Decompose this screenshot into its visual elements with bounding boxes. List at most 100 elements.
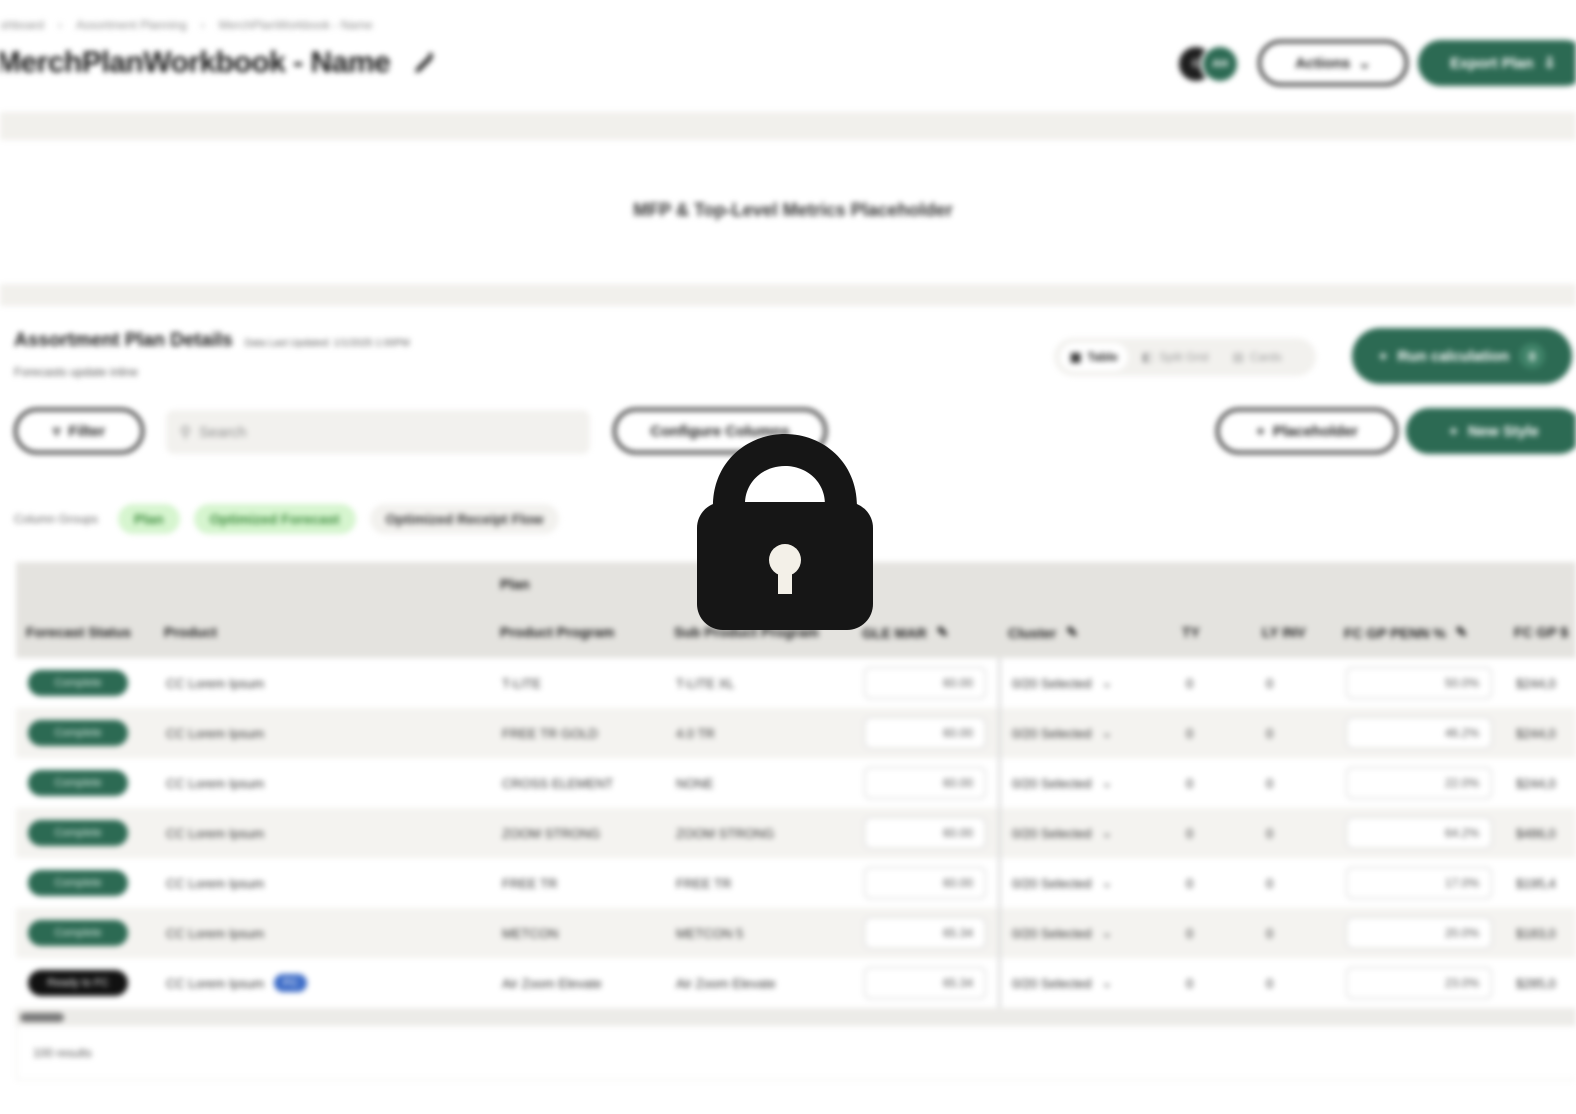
fc-gp-penn-input[interactable]: 22.0% <box>1346 767 1492 799</box>
filter-button[interactable]: ▿ Filter <box>14 408 144 454</box>
column-header[interactable]: Product Program <box>500 624 614 640</box>
chevron-down-icon: ⌄ <box>1101 675 1113 690</box>
fc-gp-penn-input[interactable]: 46.2% <box>1346 717 1492 749</box>
product-name[interactable]: CC Lorem Ipsum <box>166 826 264 841</box>
column-group-chip[interactable]: Optimized Forecast <box>193 504 356 534</box>
ly-inv-value: 0 <box>1266 775 1274 791</box>
sub-product-program: Air Zoom Elevate <box>676 975 776 991</box>
column-group-chip[interactable]: Plan <box>118 504 180 534</box>
pencil-icon: ✎ <box>936 624 949 640</box>
plus-icon: + <box>1256 422 1265 440</box>
filter-icon: ▿ <box>52 423 61 440</box>
gle-mar-input[interactable]: 65.34 <box>864 967 986 999</box>
sub-product-program: FREE TR <box>676 875 732 891</box>
column-group-chip[interactable]: Optimized Receipt Flow <box>369 504 560 534</box>
ty-value: 0 <box>1186 725 1194 741</box>
cluster-value: 0/20 Selected <box>1012 825 1092 841</box>
product-program: CROSS ELEMENT <box>502 775 614 791</box>
column-header[interactable]: Product <box>164 624 217 640</box>
new-style-label: New Style <box>1467 422 1539 440</box>
table-row: Ready to FC CC Lorem Ipsum FC Air Zoom Elev… <box>16 958 1576 1008</box>
placeholder-button[interactable]: + Placeholder <box>1216 408 1398 454</box>
chevron-down-icon: ⌄ <box>1101 725 1113 740</box>
results-count: 100 results <box>16 1026 1576 1080</box>
view-option-split[interactable]: ◧ Split Grid <box>1132 343 1219 371</box>
fc-gp-penn-input[interactable]: 64.2% <box>1346 817 1492 849</box>
avatar[interactable]: AH <box>1200 44 1240 84</box>
breadcrumb-item[interactable]: ashboard <box>0 18 44 32</box>
new-style-button[interactable]: + New Style <box>1406 408 1576 454</box>
product-program: FREE TR <box>502 875 558 891</box>
fc-gp-penn-input[interactable]: 20.0% <box>1346 917 1492 949</box>
cluster-select[interactable]: 0/20 Selected ⌄ <box>1012 908 1112 958</box>
product-program: T-LITE <box>502 675 542 691</box>
product-program: METCON <box>502 925 559 941</box>
fc-gp-value: $244,0 <box>1516 725 1556 741</box>
cluster-select[interactable]: 0/20 Selected ⌄ <box>1012 658 1112 708</box>
cluster-select[interactable]: 0/20 Selected ⌄ <box>1012 808 1112 858</box>
forecast-status-badge: Ready to FC <box>28 970 128 996</box>
breadcrumb-item[interactable]: Assortment Planning <box>76 18 187 32</box>
column-header[interactable]: TY <box>1182 624 1200 640</box>
product-name[interactable]: CC Lorem Ipsum <box>166 976 264 991</box>
sub-product-program: NONE <box>676 775 714 791</box>
gle-mar-input[interactable]: 60.00 <box>864 817 986 849</box>
scroll-thumb[interactable] <box>20 1013 64 1022</box>
gle-mar-input[interactable]: 60.00 <box>864 717 986 749</box>
split-view-icon: ◧ <box>1141 350 1154 364</box>
column-header[interactable]: FC GP $ <box>1514 624 1568 640</box>
forecast-status-badge: Complete <box>28 920 128 946</box>
product-name[interactable]: CC Lorem Ipsum <box>166 676 264 691</box>
view-option-table[interactable]: ▦ Table <box>1060 343 1128 371</box>
search-field: ⚲ <box>166 410 590 454</box>
sub-product-program: T-LITE XL <box>676 675 735 691</box>
fc-gp-penn-input[interactable]: 50.0% <box>1346 667 1492 699</box>
column-header-cluster[interactable]: Cluster ✎ <box>1008 624 1078 641</box>
view-option-cards[interactable]: ▤ Cards <box>1223 343 1292 371</box>
pencil-icon[interactable] <box>412 50 438 76</box>
ly-inv-value: 0 <box>1266 925 1274 941</box>
column-header-fc-gp-penn[interactable]: FC GP PENN % ✎ <box>1344 624 1467 641</box>
forecast-status-badge: Complete <box>28 770 128 796</box>
download-icon: ⇩ <box>1543 55 1556 72</box>
cards-icon: ▤ <box>1232 350 1244 364</box>
gle-mar-input[interactable]: 65.34 <box>864 917 986 949</box>
table-row: Complete CC Lorem Ipsum T-LITE T-LITE XL 60.… <box>16 658 1576 708</box>
last-updated-text: Data Last Updated: 1/1/2025 1:00PM <box>244 338 410 349</box>
cluster-value: 0/20 Selected <box>1012 775 1092 791</box>
fc-gp-penn-input[interactable]: 17.0% <box>1346 867 1492 899</box>
table-row: Complete CC Lorem Ipsum FREE TR GOLD 4.0 TR… <box>16 708 1576 758</box>
column-header[interactable]: LY INV <box>1262 624 1306 640</box>
fc-gp-penn-input[interactable]: 23.0% <box>1346 967 1492 999</box>
gle-mar-input[interactable]: 60.00 <box>864 767 986 799</box>
table-icon: ▦ <box>1070 350 1082 364</box>
product-name[interactable]: CC Lorem Ipsum <box>166 776 264 791</box>
column-group-header: Plan <box>500 576 530 592</box>
actions-button[interactable]: Actions ⌄ <box>1258 40 1408 86</box>
cluster-select[interactable]: 0/20 Selected ⌄ <box>1012 858 1112 908</box>
collaborator-avatars: C AH <box>1176 44 1240 84</box>
ty-value: 0 <box>1186 775 1194 791</box>
column-header-gle[interactable]: GLE MAR ✎ <box>862 624 948 641</box>
pencil-icon: ✎ <box>1455 624 1468 640</box>
cluster-select[interactable]: 0/20 Selected ⌄ <box>1012 758 1112 808</box>
search-input[interactable] <box>199 423 559 441</box>
frozen-column-divider <box>998 658 1001 1008</box>
fc-gp-value: $183,0 <box>1516 925 1556 941</box>
product-name[interactable]: CC Lorem Ipsum <box>166 926 264 941</box>
gle-mar-input[interactable]: 60.00 <box>864 667 986 699</box>
run-calculation-button[interactable]: + Run calculation 0 <box>1352 328 1572 384</box>
horizontal-scrollbar[interactable] <box>16 1008 1576 1026</box>
sub-product-program: 4.0 TR <box>676 725 715 741</box>
column-groups: Column Groups Plan Optimized Forecast Op… <box>14 504 560 534</box>
search-icon: ⚲ <box>180 424 191 441</box>
column-header[interactable]: Forecast Status <box>26 624 131 640</box>
export-plan-button[interactable]: Export Plan ⇩ <box>1418 40 1576 86</box>
product-name[interactable]: CC Lorem Ipsum <box>166 876 264 891</box>
cluster-select[interactable]: 0/20 Selected ⌄ <box>1012 708 1112 758</box>
fc-gp-value: $285,0 <box>1516 975 1556 991</box>
product-name[interactable]: CC Lorem Ipsum <box>166 726 264 741</box>
gle-mar-input[interactable]: 60.00 <box>864 867 986 899</box>
cluster-select[interactable]: 0/20 Selected ⌄ <box>1012 958 1112 1008</box>
view-option-label: Table <box>1087 350 1118 364</box>
